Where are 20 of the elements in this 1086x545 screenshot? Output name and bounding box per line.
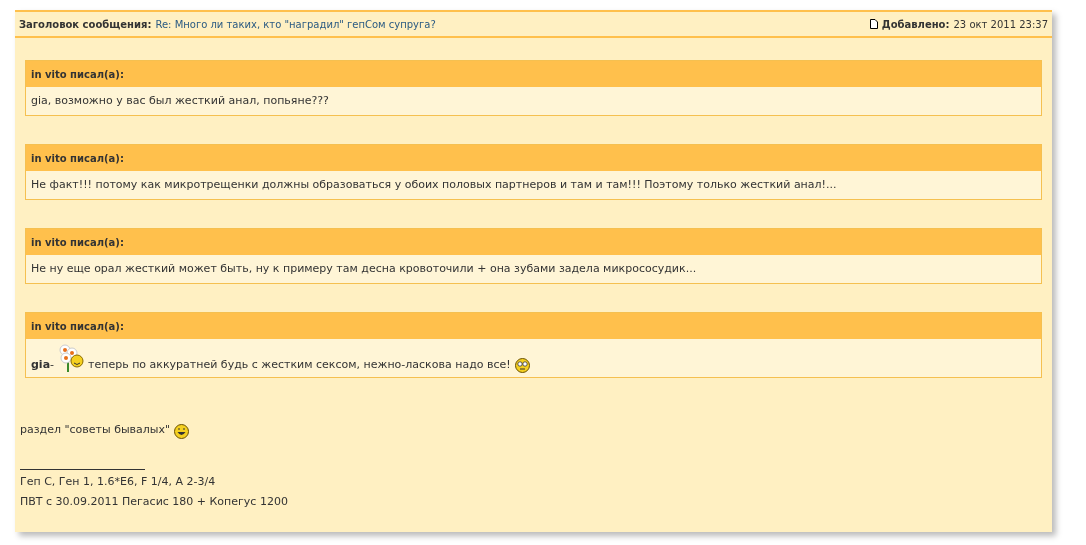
quote-text: теперь по аккуратней будь с жестким сексом, нежно-ласкова надо все! (88, 356, 511, 373)
quote-text: Не ну еще орал жесткий может быть, ну к примеру там десна кровоточили + она зубами задела микрососудик... (31, 260, 697, 277)
added-label: Добавлено: (881, 17, 950, 32)
signature-line: Геп С, Ген 1, 1.6*Е6, F 1/4, A 2-3/4 (20, 473, 217, 490)
smiley-icon (514, 358, 530, 373)
quote-text: gia- (31, 356, 55, 373)
quote-author: in vito писал(а): (31, 319, 124, 334)
post-date: 23 окт 2011 23:37 (953, 17, 1048, 32)
quote-author: in vito писал(а): (31, 67, 124, 82)
reply-text: раздел "советы бывалых" (20, 422, 171, 438)
grin-smiley-icon (174, 423, 190, 439)
quote-author: in vito писал(а): (31, 151, 124, 166)
quote-text: Не факт!!! потому как микротрещенки должны образоваться у обоих половых партнеров и там и там!!! Поэтому только жесткий анал!... (31, 176, 837, 193)
quote-text: gia, возможно у вас был жесткий анал, попьяне??? (31, 92, 329, 109)
subject-label: Заголовок сообщения: (19, 17, 152, 32)
flower-smiley-icon (58, 343, 85, 373)
quote-author: in vito писал(а): (31, 235, 124, 250)
post-subject: Re: Много ли таких, кто "наградил" гепСом супруга? (155, 17, 436, 32)
signature-line: ПВТ с 30.09.2011 Пегасис 180 + Копегус 1200 (20, 494, 289, 510)
document-icon (869, 19, 878, 29)
